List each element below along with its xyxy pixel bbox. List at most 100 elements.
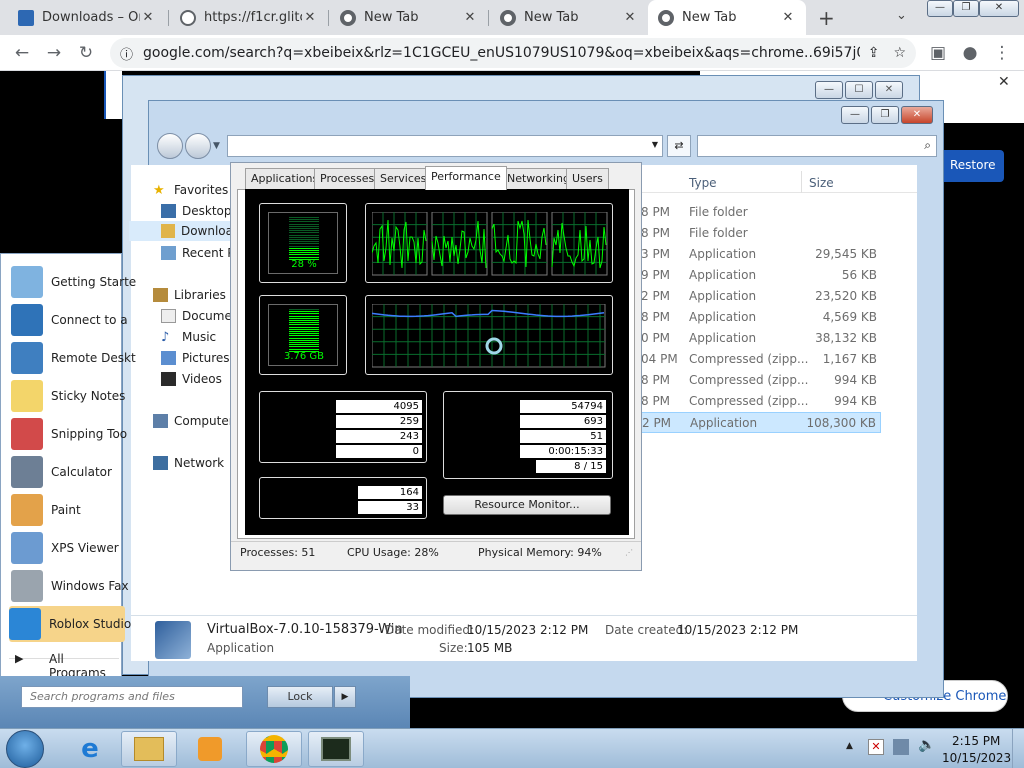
browser-tab-newtab-2[interactable]: New Tab ✕ bbox=[490, 0, 648, 35]
notice-close-icon[interactable]: ✕ bbox=[998, 74, 1010, 90]
file-row[interactable]: 2 PM Application 108,300 KB bbox=[641, 412, 881, 433]
nav-pictures[interactable]: Pictures bbox=[161, 351, 230, 365]
side-panel-icon[interactable]: ▣ bbox=[926, 41, 950, 65]
close-tab-icon[interactable]: ✕ bbox=[780, 10, 796, 25]
site-info-icon[interactable]: ⓘ bbox=[120, 44, 133, 63]
close-window-icon[interactable]: ✕ bbox=[979, 0, 1019, 17]
tab-users[interactable]: Users bbox=[566, 168, 609, 189]
column-header-size[interactable]: Size bbox=[809, 176, 834, 190]
history-chevron-icon[interactable]: ▼ bbox=[213, 141, 220, 151]
close-tab-icon[interactable]: ✕ bbox=[462, 10, 478, 25]
cpu-usage-box: 28 % bbox=[259, 203, 347, 283]
close-icon[interactable]: ✕ bbox=[901, 106, 933, 124]
file-row[interactable]: 8 PM Compressed (zipp... 994 KB bbox=[641, 370, 881, 391]
nav-documents[interactable]: Documer bbox=[161, 309, 237, 323]
minimize-icon[interactable]: — bbox=[815, 81, 843, 99]
start-menu-item[interactable]: Getting Starte bbox=[11, 264, 136, 300]
chrome-menu-icon[interactable]: ⋮ bbox=[990, 41, 1014, 65]
restore-window-icon[interactable]: ❐ bbox=[953, 0, 979, 17]
minimize-icon[interactable]: — bbox=[927, 0, 953, 17]
start-menu-item[interactable]: Calculator bbox=[11, 454, 112, 490]
clock-date[interactable]: 10/15/2023 bbox=[942, 751, 1011, 765]
column-header-type[interactable]: Type bbox=[689, 176, 717, 190]
action-center-icon[interactable]: ✕ bbox=[868, 739, 884, 755]
file-row[interactable]: 0 PM Application 38,132 KB bbox=[641, 328, 881, 349]
nav-computer[interactable]: Computer bbox=[153, 414, 234, 428]
tab-search-chevron-icon[interactable]: ⌄ bbox=[896, 8, 907, 23]
start-menu-item[interactable]: Connect to a bbox=[11, 302, 128, 338]
reload-icon[interactable]: ↻ bbox=[74, 41, 98, 65]
show-hidden-icons-icon[interactable]: ▲ bbox=[846, 741, 853, 751]
shutdown-options-icon[interactable]: ▶ bbox=[334, 686, 356, 708]
profile-avatar-icon[interactable]: ● bbox=[958, 41, 982, 65]
resize-grip-icon[interactable]: ⋰ bbox=[625, 548, 633, 557]
nav-network[interactable]: Network bbox=[153, 456, 224, 470]
start-orb-icon[interactable] bbox=[6, 730, 44, 768]
minimize-icon[interactable]: — bbox=[841, 106, 869, 124]
nav-downloads[interactable]: Downloa bbox=[129, 221, 233, 241]
start-menu-item[interactable]: Roblox Studio bbox=[9, 606, 131, 642]
new-tab-plus-icon[interactable]: + bbox=[818, 6, 835, 30]
nav-videos[interactable]: Videos bbox=[161, 372, 222, 386]
address-bar[interactable]: ⓘ google.com/search?q=xbeibeix&rlz=1C1GC… bbox=[110, 38, 916, 68]
file-row[interactable]: 8 PM Compressed (zipp... 994 KB bbox=[641, 391, 881, 412]
network-tray-icon[interactable] bbox=[893, 739, 909, 755]
close-icon[interactable]: ✕ bbox=[875, 81, 903, 99]
maximize-icon[interactable]: ❐ bbox=[871, 106, 899, 124]
nav-music[interactable]: ♪ Music bbox=[161, 330, 216, 345]
show-desktop-button[interactable] bbox=[1012, 729, 1024, 768]
nav-desktop[interactable]: Desktop bbox=[161, 204, 232, 218]
task-manager-taskbar-icon[interactable] bbox=[308, 731, 364, 767]
explorer-search-input[interactable]: ⌕ bbox=[697, 135, 937, 157]
restore-button[interactable]: Restore bbox=[934, 150, 1004, 182]
forward-arrow-icon[interactable]: → bbox=[42, 41, 66, 65]
browser-tab-glitch[interactable]: https://f1cr.glitch ✕ bbox=[170, 0, 328, 35]
nav-favorites[interactable]: ★ Favorites bbox=[153, 183, 228, 198]
close-tab-icon[interactable]: ✕ bbox=[622, 10, 638, 25]
start-menu-item[interactable]: Paint bbox=[11, 492, 81, 528]
internet-explorer-taskbar-icon[interactable]: e bbox=[62, 731, 118, 767]
media-player-taskbar-icon[interactable] bbox=[182, 731, 238, 767]
forward-button[interactable] bbox=[185, 133, 211, 159]
file-row[interactable]: 8 PM File folder bbox=[641, 223, 881, 244]
tab-performance[interactable]: Performance bbox=[425, 166, 507, 190]
tab-processes[interactable]: Processes bbox=[314, 168, 381, 189]
browser-tab-newtab-1[interactable]: New Tab ✕ bbox=[330, 0, 488, 35]
browser-tab-downloads[interactable]: Downloads – Ora ✕ bbox=[8, 0, 166, 35]
explorer-address-bar[interactable]: ▼ bbox=[227, 135, 663, 157]
resource-monitor-button[interactable]: Resource Monitor... bbox=[443, 495, 611, 515]
volume-icon[interactable]: 🔈 bbox=[918, 737, 935, 753]
share-icon[interactable]: ⇪ bbox=[868, 45, 880, 61]
tab-networking[interactable]: Networking bbox=[501, 168, 576, 189]
start-menu-item-label: XPS Viewer bbox=[51, 541, 119, 555]
file-row[interactable]: 8 PM File folder bbox=[641, 202, 881, 223]
chrome-taskbar-icon[interactable] bbox=[246, 731, 302, 767]
bookmark-star-icon[interactable]: ☆ bbox=[893, 45, 906, 61]
start-menu-item[interactable]: Sticky Notes bbox=[11, 378, 125, 414]
start-menu-item[interactable]: Windows Fax bbox=[11, 568, 129, 604]
clock-time[interactable]: 2:15 PM bbox=[952, 734, 1000, 748]
file-row[interactable]: 04 PM Compressed (zipp... 1,167 KB bbox=[641, 349, 881, 370]
file-row[interactable]: 8 PM Application 4,569 KB bbox=[641, 307, 881, 328]
start-menu-item[interactable]: Snipping Too bbox=[11, 416, 127, 452]
file-row[interactable]: 3 PM Application 29,545 KB bbox=[641, 244, 881, 265]
tab-applications[interactable]: Applications bbox=[245, 168, 325, 189]
maximize-icon[interactable]: ☐ bbox=[845, 81, 873, 99]
explorer-taskbar-icon[interactable] bbox=[121, 731, 177, 767]
start-search-input[interactable]: Search programs and files bbox=[21, 686, 243, 708]
nav-recent-places[interactable]: Recent Pl bbox=[161, 246, 238, 260]
browser-tab-newtab-active[interactable]: New Tab ✕ bbox=[648, 0, 806, 35]
start-menu-item[interactable]: Remote Deskt bbox=[11, 340, 136, 376]
tab-services[interactable]: Services bbox=[374, 168, 433, 189]
nav-libraries[interactable]: Libraries bbox=[153, 288, 226, 302]
start-menu-item[interactable]: XPS Viewer bbox=[11, 530, 119, 566]
back-arrow-icon[interactable]: ← bbox=[10, 41, 34, 65]
back-button[interactable] bbox=[157, 133, 183, 159]
close-tab-icon[interactable]: ✕ bbox=[302, 10, 318, 25]
address-dropdown-icon[interactable]: ▼ bbox=[652, 140, 658, 149]
refresh-icon[interactable]: ⇄ bbox=[667, 135, 691, 157]
lock-button[interactable]: Lock bbox=[267, 686, 333, 708]
close-tab-icon[interactable]: ✕ bbox=[140, 10, 156, 25]
file-row[interactable]: 9 PM Application 56 KB bbox=[641, 265, 881, 286]
file-row[interactable]: 2 PM Application 23,520 KB bbox=[641, 286, 881, 307]
